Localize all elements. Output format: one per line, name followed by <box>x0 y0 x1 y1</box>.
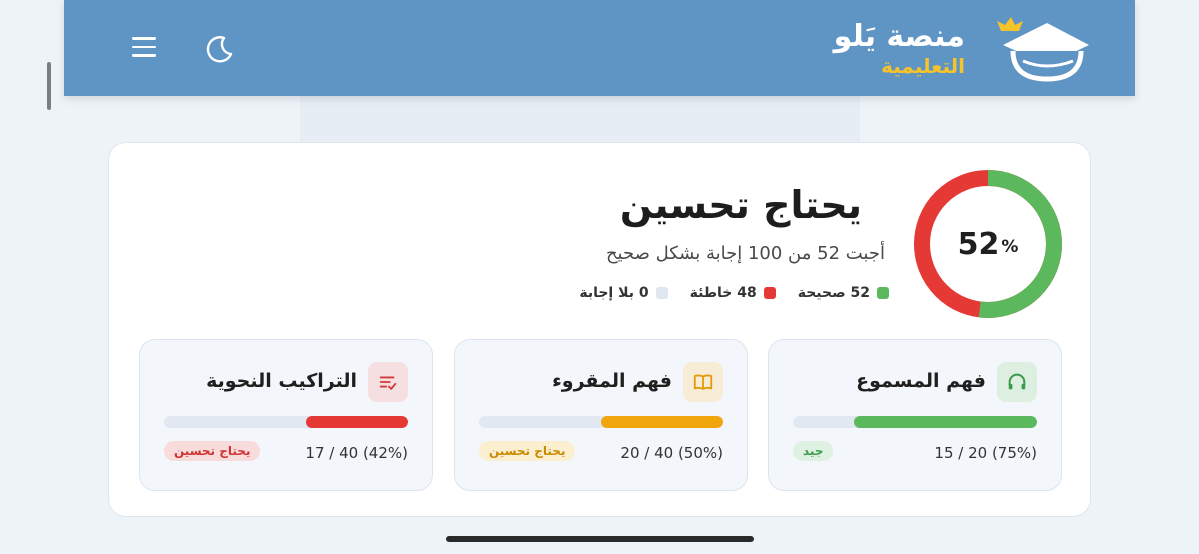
skill-icon-box <box>368 362 408 402</box>
progress-fill <box>305 416 408 428</box>
skill-icon-box <box>997 362 1037 402</box>
skill-score: 17 / 40 (42%) <box>305 444 408 462</box>
legend-wrong: 48 خاطئة <box>690 285 776 301</box>
skill-card-grammar[interactable]: التراكيب النحوية 17 / 40 (42%) يحتاج تحس… <box>139 339 433 491</box>
skill-title: التراكيب النحوية <box>206 370 357 392</box>
logo-text: منصة يَلو التعليمية <box>833 19 965 78</box>
legend-dot-wrong <box>763 287 776 299</box>
skill-title: فهم المسموع <box>856 370 986 392</box>
headphones-icon <box>1008 373 1026 390</box>
answers-legend: 52 صحيحة 48 خاطئة 0 بلا إجابة <box>579 285 889 301</box>
scroll-indicator[interactable] <box>47 62 51 110</box>
skill-card-reading[interactable]: فهم المقروء 20 / 40 (50%) يحتاج تحسين <box>454 339 748 491</box>
percent-sign: % <box>1001 237 1019 257</box>
status-badge: يحتاج تحسين <box>479 441 576 461</box>
brand-logo[interactable]: منصة يَلو التعليمية <box>834 14 1091 84</box>
legend-correct: 52 صحيحة <box>798 285 889 301</box>
progress-track <box>793 416 1037 428</box>
skill-score: 20 / 40 (50%) <box>620 444 723 462</box>
progress-track <box>164 416 408 428</box>
legend-label: 52 صحيحة <box>797 285 870 301</box>
score-percentage: 52% <box>912 168 1064 320</box>
logo-title: منصة يَلو <box>833 19 965 54</box>
skill-icon-box <box>683 362 723 402</box>
legend-label: 0 بلا إجابة <box>579 285 649 301</box>
legend-dot-unanswered <box>655 287 668 299</box>
progress-fill <box>601 416 723 428</box>
dark-mode-toggle[interactable] <box>204 33 236 65</box>
menu-button[interactable] <box>132 33 160 63</box>
logo-subtitle: التعليمية <box>881 54 965 78</box>
status-title: يحتاج تحسين <box>619 183 862 227</box>
status-subtitle: أجبت 52 من 100 إجابة بشكل صحيح <box>605 243 885 264</box>
legend-dot-correct <box>877 287 889 299</box>
legend-label: 48 خاطئة <box>689 285 757 301</box>
home-indicator[interactable] <box>446 536 754 542</box>
book-icon <box>693 374 713 390</box>
progress-track <box>479 416 723 428</box>
score-value: 52 <box>957 226 1000 262</box>
moon-icon <box>206 36 233 63</box>
skill-card-listening[interactable]: فهم المسموع 15 / 20 (75%) جيد <box>768 339 1062 491</box>
legend-unanswered: 0 بلا إجابة <box>579 285 668 301</box>
results-card: 52% يحتاج تحسين أجبت 52 من 100 إجابة بشك… <box>108 142 1091 517</box>
skill-score: 15 / 20 (75%) <box>934 444 1037 462</box>
status-badge: يحتاج تحسين <box>164 441 261 461</box>
progress-fill <box>854 416 1037 428</box>
status-badge: جيد <box>793 441 834 461</box>
grammar-list-icon <box>379 376 397 390</box>
app-header: منصة يَلو التعليمية <box>64 0 1135 96</box>
graduation-cap-icon <box>997 17 1089 82</box>
menu-icon <box>132 37 160 57</box>
skill-title: فهم المقروء <box>552 370 672 392</box>
